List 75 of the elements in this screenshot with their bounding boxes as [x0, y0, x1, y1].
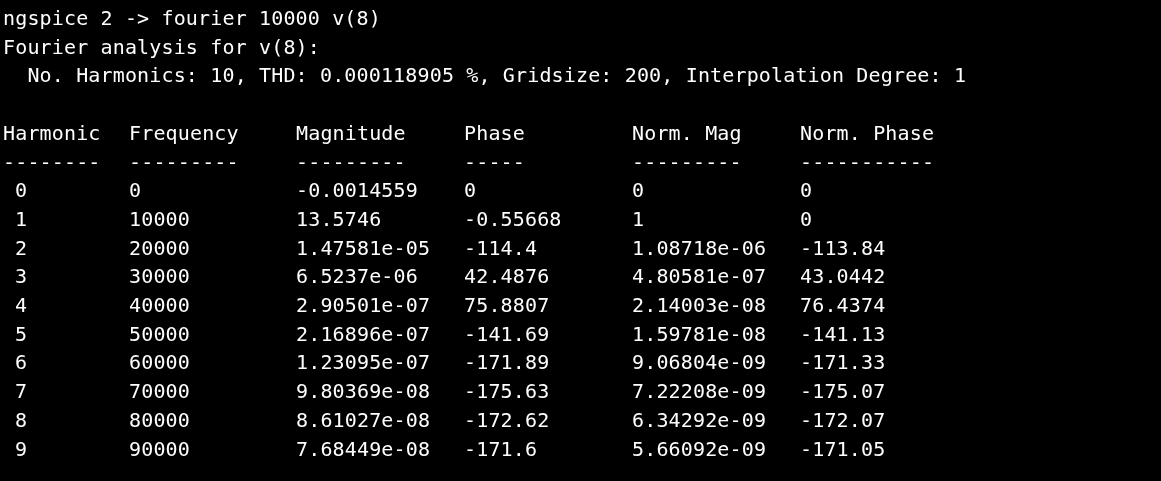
column-header: Frequency [129, 119, 240, 147]
column-header: Harmonic [3, 119, 102, 147]
table-cell-text: 7.22208e-09 [632, 378, 768, 406]
table-cell-text: 1.47581e-05 [296, 234, 432, 262]
table-cell-text: 1.08718e-06 [632, 234, 768, 262]
table-cell-text: 7 [14, 378, 29, 406]
table-cell-text: 9.06804e-09 [632, 349, 768, 377]
table-cell-text: 1.59781e-08 [632, 320, 768, 348]
table-cell-text: -141.69 [464, 320, 551, 348]
table-cell-text: 7.68449e-08 [296, 435, 432, 463]
table-cell-text: 75.8807 [464, 292, 551, 319]
table-cell-text: 0 [632, 177, 646, 205]
table-cell-text: 2.14003e-08 [632, 292, 768, 319]
table-cell-text: -172.62 [464, 406, 551, 434]
table-cell-text: 40000 [129, 292, 191, 319]
table-cell-text: -0.55668 [464, 205, 563, 233]
table-cell-text: 20000 [129, 234, 191, 262]
header-underline: --------- [129, 148, 240, 176]
table-cell-text: 1 [14, 205, 29, 233]
table-cell-text: 80000 [129, 406, 191, 434]
header-underline: ----------- [800, 148, 936, 176]
table-cell-text: 1.23095e-07 [296, 349, 432, 377]
header-underline: --------- [632, 148, 743, 176]
table-cell-text: -114.4 [464, 234, 539, 262]
table-cell-text: 5.66092e-09 [632, 435, 768, 463]
table-cell-text: 30000 [129, 263, 191, 291]
table-cell-text: 4.80581e-07 [632, 263, 768, 291]
table-cell-text: -0.0014559 [296, 177, 419, 205]
table-cell-text: -171.6 [464, 435, 539, 463]
terminal-line: ngspice 2 -> fourier 10000 v(8) [3, 5, 382, 32]
table-cell-text: 60000 [129, 349, 191, 377]
table-cell-text: 8 [14, 406, 29, 434]
table-cell-text: 76.4374 [800, 292, 887, 319]
table-cell-text: 2.16896e-07 [296, 320, 432, 348]
table-cell-text: 9.80369e-08 [296, 378, 432, 406]
table-cell-text: -172.07 [800, 406, 887, 434]
header-underline: -------- [3, 148, 102, 176]
table-cell-text: -171.33 [800, 349, 887, 377]
table-cell-text: 0 [129, 177, 143, 205]
table-cell-text: -175.07 [800, 378, 887, 406]
table-cell-text: 6 [14, 349, 29, 377]
table-cell-text: 0 [800, 177, 814, 205]
column-header: Norm. Phase [800, 119, 936, 147]
table-cell-text: 3 [14, 263, 29, 291]
terminal-line: Fourier analysis for v(8): [3, 33, 321, 61]
table-cell-text: -141.13 [800, 320, 887, 348]
table-cell-text: 10000 [129, 205, 191, 233]
table-cell-text: -113.84 [800, 234, 887, 262]
table-cell-text: 13.5746 [296, 205, 383, 233]
header-underline: ----- [464, 148, 526, 176]
table-cell-text: 4 [14, 292, 29, 319]
table-cell-text: 70000 [129, 378, 191, 406]
table-cell-text: -175.63 [464, 378, 551, 406]
table-cell-text: 0 [800, 205, 814, 233]
table-cell-text: -171.89 [464, 349, 551, 377]
table-cell-text: 0 [464, 177, 478, 205]
table-cell-text: 9 [14, 435, 29, 463]
table-cell-text: 90000 [129, 435, 191, 463]
table-cell-text: 6.5237e-06 [296, 263, 419, 291]
table-cell-text: 2.90501e-07 [296, 292, 432, 319]
column-header: Norm. Mag [632, 119, 743, 147]
table-cell-text: 43.0442 [800, 263, 887, 291]
table-cell-text: 6.34292e-09 [632, 406, 768, 434]
header-underline: --------- [296, 148, 407, 176]
table-cell-text: 8.61027e-08 [296, 406, 432, 434]
table-cell-text: 42.4876 [464, 263, 551, 291]
terminal-line: No. Harmonics: 10, THD: 0.000118905 %, Gridsize: 200, Interpolation Degree: 1 [26, 62, 968, 90]
table-cell-text: -171.05 [800, 435, 887, 463]
table-cell-text: 5 [14, 320, 29, 348]
table-cell-text: 1 [632, 205, 646, 233]
table-cell-text: 2 [14, 234, 29, 262]
table-cell-text: 0 [14, 177, 29, 205]
table-cell-text: 50000 [129, 320, 191, 348]
column-header: Magnitude [296, 119, 407, 147]
column-header: Phase [464, 119, 526, 147]
